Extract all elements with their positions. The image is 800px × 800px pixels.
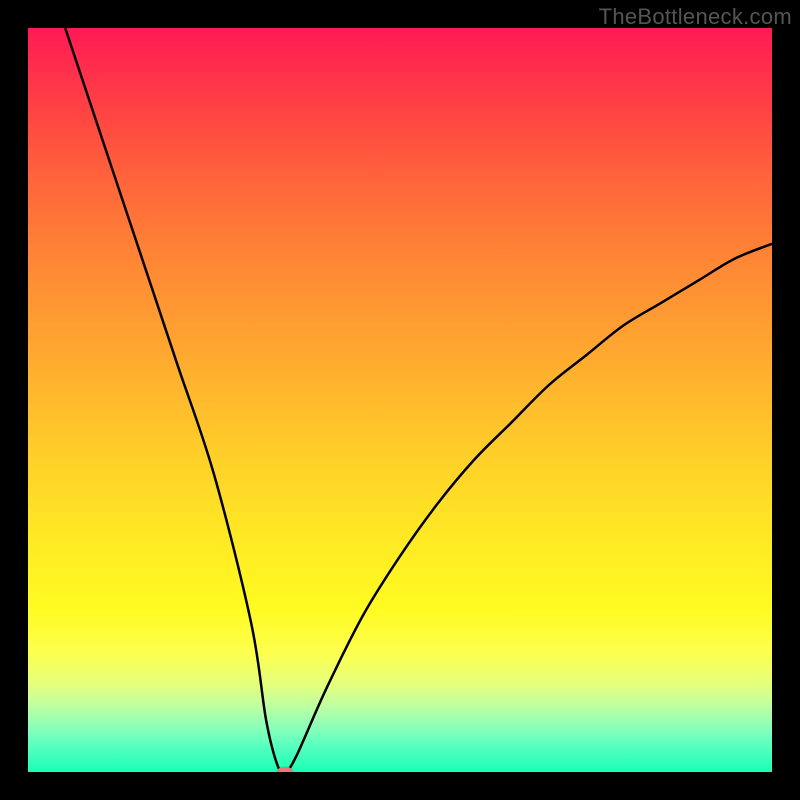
bottleneck-curve	[28, 28, 772, 772]
plot-area	[28, 28, 772, 772]
optimum-marker	[277, 767, 293, 772]
watermark-text: TheBottleneck.com	[599, 4, 792, 30]
chart-frame: TheBottleneck.com	[0, 0, 800, 800]
